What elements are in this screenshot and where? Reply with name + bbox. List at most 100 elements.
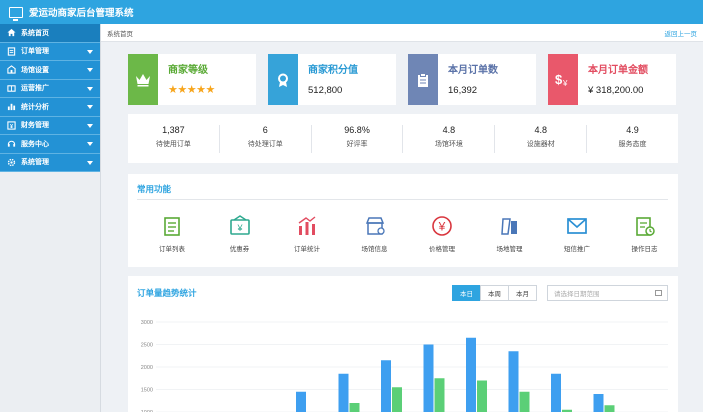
order-trend-chart: 30002500200015001000 bbox=[141, 320, 668, 412]
function-log[interactable]: 操作日志 bbox=[615, 214, 675, 253]
store-icon bbox=[363, 214, 387, 238]
function-label: 场馆信息 bbox=[361, 246, 388, 253]
bar-series0-0 bbox=[296, 391, 306, 412]
sidebar-item-3[interactable]: 运营推广 bbox=[0, 79, 100, 98]
list-icon bbox=[160, 214, 184, 238]
sidebar-item-label: 系统管理 bbox=[21, 159, 49, 167]
function-field[interactable]: 场地管理 bbox=[480, 214, 540, 253]
venue-icon bbox=[6, 65, 16, 75]
metric-label: 场馆环境 bbox=[434, 140, 463, 148]
back-link[interactable]: 返回上一页 bbox=[665, 28, 698, 38]
function-yen[interactable]: ¥ 价格管理 bbox=[412, 214, 472, 253]
svg-text:¥: ¥ bbox=[438, 220, 446, 234]
function-label: 场地管理 bbox=[496, 246, 523, 253]
bar-stats-icon bbox=[295, 214, 319, 238]
stat-value: 16,392 bbox=[448, 85, 478, 96]
stat-card-1: 商家积分值 512,800 bbox=[268, 54, 396, 105]
function-bar-stats[interactable]: 订单统计 bbox=[277, 214, 337, 253]
y-tick-label: 2500 bbox=[141, 343, 153, 349]
sidebar-item-label: 服务中心 bbox=[21, 140, 49, 148]
metric-1: 6 待处理订单 bbox=[220, 124, 312, 153]
sidebar: 系统首页订单管理场馆设置运营推广统计分析 ¥ 财务管理服务中心系统管理 bbox=[0, 24, 101, 412]
chevron-down-icon bbox=[87, 105, 93, 109]
metric-label: 好评率 bbox=[346, 140, 368, 148]
svg-text:¥: ¥ bbox=[236, 223, 243, 233]
sidebar-item-label: 统计分析 bbox=[21, 103, 49, 111]
stat-card-0: 商家等级 ★★★★★ bbox=[128, 54, 256, 105]
metric-label: 设施器材 bbox=[526, 140, 555, 148]
service-icon bbox=[6, 139, 16, 149]
function-label: 订单列表 bbox=[159, 246, 185, 253]
sidebar-item-2[interactable]: 场馆设置 bbox=[0, 61, 100, 80]
bar-series1-5 bbox=[519, 391, 530, 412]
y-tick-label: 2000 bbox=[141, 365, 153, 371]
common-functions-panel: 常用功能 订单列表 ¥ 优惠券 订单统计 场馆信息 ¥ 价格管理 场地管理 短信推广 操作日志 bbox=[128, 174, 678, 267]
finance-icon: ¥ bbox=[6, 120, 16, 130]
stat-card-2: 本月订单数 16,392 bbox=[408, 54, 536, 105]
chevron-down-icon bbox=[87, 86, 93, 91]
metric-value: 6 bbox=[262, 124, 268, 135]
metric-value: 1,387 bbox=[162, 124, 185, 135]
sidebar-item-6[interactable]: 服务中心 bbox=[0, 135, 100, 154]
rating-stars: ★★★★★ bbox=[168, 84, 215, 96]
sidebar-item-label: 订单管理 bbox=[21, 48, 49, 56]
bar-series1-3 bbox=[434, 378, 445, 412]
yen-icon: ¥ bbox=[430, 214, 454, 238]
stats-icon bbox=[6, 102, 16, 112]
field-icon bbox=[498, 214, 522, 238]
bar-series1-2 bbox=[392, 387, 402, 412]
chevron-down-icon bbox=[87, 49, 93, 54]
metric-label: 服务态度 bbox=[618, 140, 647, 148]
y-tick-label: 1500 bbox=[141, 388, 153, 394]
stat-label: 本月订单数 bbox=[448, 65, 498, 76]
function-mail[interactable]: 短信推广 bbox=[547, 214, 607, 253]
sidebar-item-4[interactable]: 统计分析 bbox=[0, 98, 100, 117]
function-store[interactable]: 场馆信息 bbox=[345, 214, 405, 253]
function-label: 短信推广 bbox=[564, 246, 590, 253]
sidebar-item-7[interactable]: 系统管理 bbox=[0, 153, 100, 172]
chevron-down-icon bbox=[87, 123, 93, 128]
stat-value: ¥ 318,200.00 bbox=[588, 85, 644, 96]
bar-series0-6 bbox=[551, 373, 561, 412]
sidebar-item-label: 场馆设置 bbox=[21, 66, 49, 74]
stat-value: 512,800 bbox=[308, 85, 343, 96]
sidebar-item-label: 运营推广 bbox=[21, 85, 49, 93]
metrics-panel: 1,387 待使用订单 6 待处理订单 96.8% 好评率 4.8 场馆环境 4.8 设施器材 4.… bbox=[128, 114, 678, 163]
stat-label: 本月订单金额 bbox=[588, 65, 648, 76]
order-trend-panel: 订单量趋势统计 本日本周本月 请选择日期范围 30002500200015001… bbox=[128, 276, 678, 412]
bar-series0-2 bbox=[381, 360, 391, 412]
sidebar-item-0[interactable]: 系统首页 bbox=[0, 24, 100, 43]
log-icon bbox=[633, 214, 657, 238]
metric-value: 4.8 bbox=[534, 124, 547, 135]
function-coupon[interactable]: ¥ 优惠券 bbox=[210, 214, 270, 253]
function-label: 订单统计 bbox=[294, 246, 320, 253]
bar-series0-1 bbox=[338, 373, 349, 412]
breadcrumb: 系统首页 bbox=[107, 30, 133, 38]
app-title: 爱运动商家后台管理系统 bbox=[29, 8, 134, 19]
function-label: 价格管理 bbox=[429, 246, 455, 253]
svg-text:$: $ bbox=[555, 72, 563, 87]
chevron-down-icon bbox=[87, 68, 93, 72]
divider bbox=[137, 199, 668, 200]
function-list[interactable]: 订单列表 bbox=[142, 214, 202, 253]
functions-title: 常用功能 bbox=[137, 184, 172, 194]
promo-icon bbox=[6, 83, 16, 93]
sidebar-item-label: 财务管理 bbox=[21, 122, 49, 130]
function-label: 操作日志 bbox=[631, 246, 658, 253]
bar-series0-5 bbox=[508, 351, 519, 412]
metric-value: 4.8 bbox=[442, 124, 456, 135]
metric-label: 待处理订单 bbox=[247, 140, 283, 148]
sidebar-item-1[interactable]: 订单管理 bbox=[0, 42, 100, 61]
bar-series1-1 bbox=[349, 403, 360, 412]
bar-series1-7 bbox=[604, 405, 615, 412]
bar-series0-4 bbox=[466, 337, 476, 412]
svg-text:¥: ¥ bbox=[10, 124, 13, 130]
mail-icon bbox=[565, 214, 589, 238]
clipboard-icon bbox=[408, 54, 438, 105]
chevron-down-icon bbox=[87, 160, 93, 165]
sidebar-item-5[interactable]: ¥ 财务管理 bbox=[0, 116, 100, 135]
chevron-down-icon bbox=[87, 142, 93, 146]
function-label: 优惠券 bbox=[229, 246, 250, 253]
metric-5: 4.9 服务态度 bbox=[587, 125, 678, 153]
metric-value: 96.8% bbox=[344, 124, 370, 135]
